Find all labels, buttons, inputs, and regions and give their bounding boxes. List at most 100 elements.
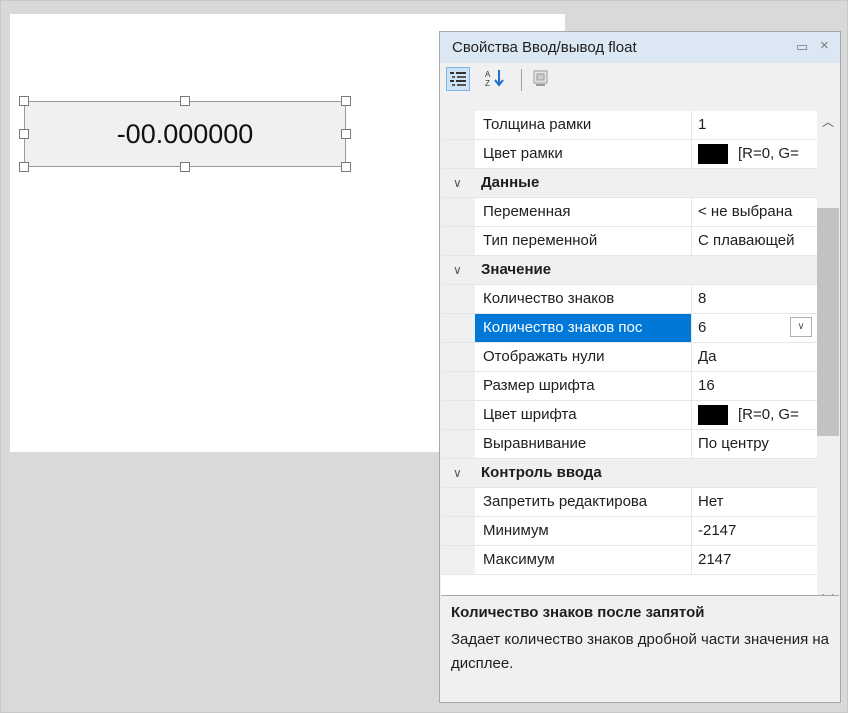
property-row[interactable]: Цвет рамки [R=0, G= (441, 140, 817, 169)
row-gutter (441, 546, 475, 574)
category-row[interactable]: ∨ Значение (441, 256, 817, 285)
row-gutter (441, 488, 475, 516)
property-value[interactable]: С плавающей (692, 227, 817, 255)
property-value[interactable]: Нет (692, 488, 817, 516)
property-grid-scrollbar[interactable]: ︿ ﹀ (817, 111, 839, 611)
property-value-text: [R=0, G= (738, 145, 799, 162)
category-label: Значение (481, 261, 552, 278)
property-value[interactable]: -2147 (692, 517, 817, 545)
property-value-text: < не выбрана (698, 203, 793, 220)
resize-handle-right[interactable] (341, 129, 351, 139)
property-row[interactable]: Отображать нули Да (441, 343, 817, 372)
property-name[interactable]: Переменная (475, 198, 692, 226)
property-value[interactable]: По центру (692, 430, 817, 458)
category-row[interactable]: ∨ Контроль ввода (441, 459, 817, 488)
resize-handle-top-left[interactable] (19, 96, 29, 106)
property-value[interactable]: Да (692, 343, 817, 371)
property-pages-icon[interactable] (530, 67, 554, 91)
close-icon[interactable]: × (820, 37, 829, 54)
designer-area: -00.000000 Свойства Ввод/вывод float ▭ × (0, 0, 848, 713)
property-value-text: По центру (698, 435, 769, 452)
property-value[interactable]: [R=0, G= (692, 401, 817, 429)
resize-handle-top[interactable] (180, 96, 190, 106)
category-label: Контроль ввода (481, 464, 602, 481)
property-name[interactable]: Количество знаков пос (475, 314, 692, 342)
scroll-up-icon[interactable]: ︿ (817, 113, 839, 130)
property-row[interactable]: Запретить редактирова Нет (441, 488, 817, 517)
properties-panel: Свойства Ввод/вывод float ▭ × A Z Максим… (439, 31, 841, 703)
property-name[interactable]: Цвет рамки (475, 140, 692, 168)
restore-icon[interactable]: ▭ (796, 39, 808, 55)
property-value-text: 16 (698, 377, 715, 394)
description-title: Количество знаков после запятой (451, 604, 705, 621)
description-pane: Количество знаков после запятой Задает к… (441, 595, 839, 702)
float-io-widget[interactable]: -00.000000 (24, 101, 346, 167)
property-row[interactable]: Размер шрифта 16 (441, 372, 817, 401)
property-value-text: С плавающей (698, 232, 795, 249)
property-value-text: 6 (698, 319, 707, 336)
panel-title: Свойства Ввод/вывод float (452, 39, 637, 56)
property-row[interactable]: Переменная < не выбрана (441, 198, 817, 227)
svg-text:A: A (485, 70, 491, 79)
property-row[interactable]: Количество знаков пос 6 ∨ (441, 314, 817, 343)
row-gutter (441, 198, 475, 226)
description-text: Задает количество знаков дробной части з… (451, 631, 829, 672)
property-name[interactable]: Тип переменной (475, 227, 692, 255)
property-value[interactable]: 1 (692, 111, 817, 139)
dropdown-arrow-icon[interactable]: ∨ (790, 317, 812, 337)
property-value[interactable]: [R=0, G= (692, 140, 817, 168)
property-value[interactable]: < не выбрана (692, 198, 817, 226)
collapse-chevron-icon[interactable]: ∨ (453, 256, 462, 284)
collapse-chevron-icon[interactable]: ∨ (453, 169, 462, 197)
property-value[interactable]: 2147 (692, 546, 817, 574)
property-value-text: [R=0, G= (738, 406, 799, 423)
property-name[interactable]: Отображать нули (475, 343, 692, 371)
resize-handle-bottom[interactable] (180, 162, 190, 172)
property-value[interactable]: 8 (692, 285, 817, 313)
property-name[interactable]: Цвет шрифта (475, 401, 692, 429)
row-gutter (441, 111, 475, 139)
row-gutter (441, 285, 475, 313)
svg-text:Z: Z (485, 79, 490, 88)
property-name[interactable]: Запретить редактирова (475, 488, 692, 516)
collapse-chevron-icon[interactable]: ∨ (453, 459, 462, 487)
categorized-icon[interactable] (446, 67, 470, 91)
row-gutter (441, 343, 475, 371)
property-row[interactable]: Количество знаков 8 (441, 285, 817, 314)
property-value-text: Да (698, 348, 717, 365)
property-name[interactable]: Максимум (475, 546, 692, 574)
property-name[interactable]: Толщина рамки (475, 111, 692, 139)
property-name[interactable]: Количество знаков (475, 285, 692, 313)
property-row[interactable]: Выравнивание По центру (441, 430, 817, 459)
resize-handle-bottom-left[interactable] (19, 162, 29, 172)
property-value-text: 1 (698, 116, 707, 133)
property-value-text: Нет (698, 493, 724, 510)
row-gutter (441, 227, 475, 255)
property-name[interactable]: Минимум (475, 517, 692, 545)
property-value-text: -2147 (698, 522, 737, 539)
property-name[interactable]: Выравнивание (475, 430, 692, 458)
scrollbar-thumb[interactable] (817, 208, 839, 436)
category-row[interactable]: ∨ Данные (441, 169, 817, 198)
toolbar-separator (521, 69, 522, 91)
property-value-text: 8 (698, 290, 707, 307)
property-row[interactable]: Тип переменной С плавающей (441, 227, 817, 256)
color-swatch (698, 144, 728, 165)
row-gutter (441, 314, 475, 342)
row-gutter (441, 401, 475, 429)
sort-alphabetical-icon[interactable]: A Z (484, 67, 508, 91)
resize-handle-left[interactable] (19, 129, 29, 139)
resize-handle-bottom-right[interactable] (341, 162, 351, 172)
panel-toolbar: A Z (440, 63, 840, 97)
property-row[interactable]: Максимум 2147 (441, 546, 817, 575)
property-row[interactable]: Цвет шрифта [R=0, G= (441, 401, 817, 430)
row-gutter (441, 517, 475, 545)
resize-handle-top-right[interactable] (341, 96, 351, 106)
color-swatch (698, 405, 728, 426)
panel-titlebar[interactable]: Свойства Ввод/вывод float ▭ × (440, 32, 840, 63)
property-value[interactable]: 16 (692, 372, 817, 400)
property-row[interactable]: Минимум -2147 (441, 517, 817, 546)
property-name[interactable]: Размер шрифта (475, 372, 692, 400)
property-row[interactable]: Толщина рамки 1 (441, 111, 817, 140)
row-gutter (441, 140, 475, 168)
